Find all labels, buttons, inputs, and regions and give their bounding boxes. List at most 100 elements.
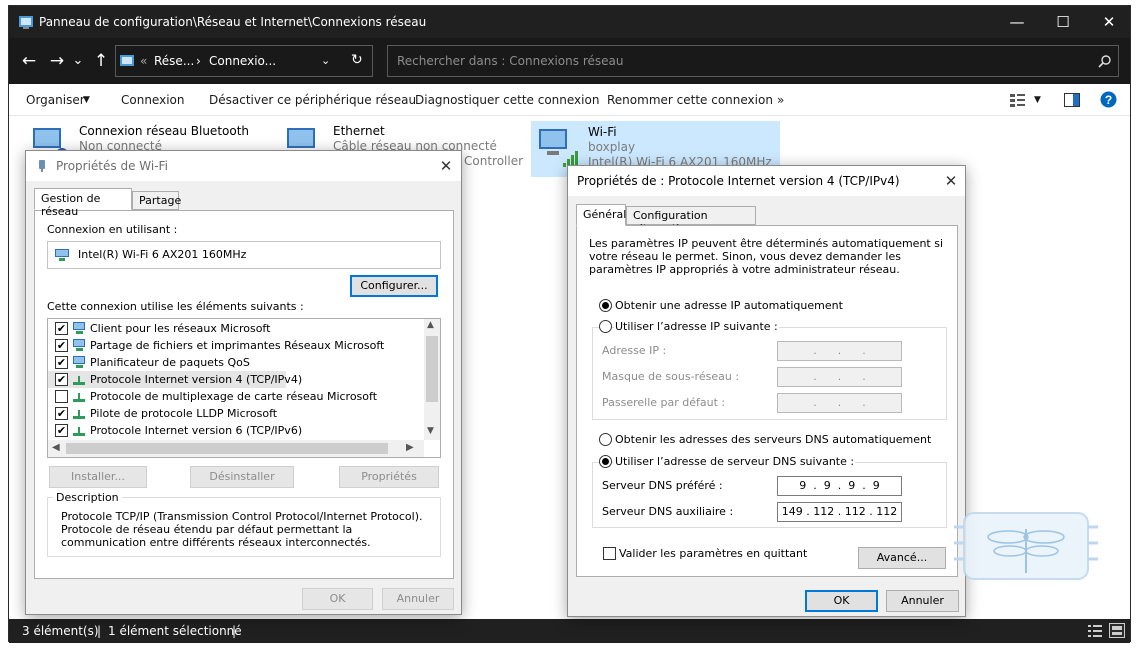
description-label: Description — [53, 491, 122, 504]
close-dialog-button[interactable]: ✕ — [435, 155, 457, 177]
manual-ip-label[interactable]: Utiliser l’adresse IP suivante : — [614, 320, 779, 333]
tab-network[interactable]: Gestion de réseau — [34, 188, 132, 218]
auto-ip-label[interactable]: Obtenir une adresse IP automatiquement — [615, 299, 843, 312]
client-network-icon — [73, 322, 85, 334]
up-arrow-icon[interactable]: ↑ — [89, 49, 113, 73]
connection-name: Connexion réseau Bluetooth — [79, 124, 250, 138]
list-item[interactable]: Protocole de multiplexage de carte résea… — [48, 388, 424, 405]
properties-button[interactable]: Propriétés — [339, 466, 439, 488]
auto-ip-radio[interactable] — [599, 299, 612, 312]
list-item[interactable]: ✔ Planificateur de paquets QoS — [48, 354, 424, 371]
preview-pane-icon[interactable] — [1064, 93, 1080, 107]
component-label: Planificateur de paquets QoS — [90, 356, 250, 369]
cancel-button[interactable]: Annuler — [886, 590, 959, 612]
horizontal-scrollbar[interactable]: ◀ ▶ — [48, 440, 424, 457]
connect-command[interactable]: Connexion — [121, 93, 185, 107]
view-options-icon[interactable] — [1010, 93, 1026, 107]
help-icon[interactable]: ? — [1100, 91, 1117, 108]
ip-address-field[interactable]: . . . — [777, 341, 902, 361]
diagnose-command[interactable]: Diagnostiquer cette connexion — [415, 93, 599, 107]
manual-dns-label[interactable]: Utiliser l’adresse de serveur DNS suivan… — [614, 455, 856, 468]
list-item-selected[interactable]: ✔ Protocole Internet version 4 (TCP/IPv4… — [48, 371, 302, 388]
ok-button[interactable]: OK — [805, 590, 878, 612]
disable-device-command[interactable]: Désactiver ce périphérique réseau — [209, 93, 416, 107]
component-checkbox[interactable]: ✔ — [55, 373, 68, 386]
auto-dns-label[interactable]: Obtenir les adresses des serveurs DNS au… — [615, 433, 931, 446]
alternate-dns-field[interactable]: 149 . 112 . 112 . 112 — [777, 502, 902, 522]
recent-chevron-icon[interactable]: ⌄ — [71, 49, 85, 73]
qos-scheduler-icon — [73, 356, 85, 368]
component-checkbox[interactable]: ✔ — [55, 339, 68, 352]
item-count: 3 élément(s) — [22, 624, 99, 638]
forward-arrow-icon[interactable]: → — [45, 49, 69, 73]
tab-alternate-config[interactable]: Configuration alternative — [626, 206, 756, 235]
subnet-mask-field[interactable]: . . . — [777, 367, 902, 387]
breadcrumb-separator: › — [196, 54, 201, 68]
tab-general[interactable]: Général — [576, 204, 626, 226]
address-bar[interactable]: « Rése... › Connexio... ⌄ ↻ — [115, 45, 373, 77]
configure-button[interactable]: Configurer... — [350, 275, 438, 297]
install-button[interactable]: Installer... — [49, 466, 147, 488]
description-text: Protocole TCP/IP (Transmission Control P… — [61, 510, 423, 549]
list-item[interactable]: ✔ Client pour les réseaux Microsoft — [48, 320, 424, 337]
list-item[interactable]: ✔ Protocole Internet version 6 (TCP/IPv6… — [48, 422, 424, 439]
manual-dns-radio[interactable] — [599, 455, 612, 468]
status-separator: | — [97, 624, 102, 638]
tab-sharing[interactable]: Partage — [132, 191, 181, 210]
dialog-title: Propriétés de Wi-Fi — [56, 159, 168, 173]
close-dialog-button[interactable]: ✕ — [940, 170, 962, 192]
breadcrumb-connections[interactable]: Connexio... — [209, 54, 276, 68]
organize-menu[interactable]: Organiser — [26, 93, 85, 107]
gateway-label: Passerelle par défaut : — [602, 396, 726, 409]
uninstall-button[interactable]: Désinstaller — [190, 466, 294, 488]
dragonfly-watermark-logo — [954, 512, 1098, 580]
component-checkbox[interactable]: ✔ — [55, 356, 68, 369]
organize-chevron-icon[interactable]: ▼ — [83, 95, 90, 105]
component-checkbox[interactable]: ✔ — [55, 424, 68, 437]
control-panel-icon — [120, 55, 134, 66]
view-chevron-icon[interactable]: ▼ — [1034, 95, 1041, 105]
maximize-button[interactable]: ☐ — [1040, 6, 1086, 38]
rename-command[interactable]: Renommer cette connexion — [607, 93, 773, 107]
component-checkbox[interactable]: ✔ — [55, 322, 68, 335]
component-label: Protocole Internet version 4 (TCP/IPv4) — [90, 373, 303, 386]
list-item[interactable]: ✔ Pilote de protocole LLDP Microsoft — [48, 405, 424, 422]
gateway-field[interactable]: . . . — [777, 393, 902, 413]
protocol-icon — [73, 393, 85, 402]
close-window-button[interactable]: ✕ — [1086, 6, 1132, 38]
search-box[interactable]: Rechercher dans : Connexions réseau — [387, 45, 1119, 77]
component-checkbox[interactable] — [55, 390, 68, 403]
scroll-left-icon[interactable]: ◀ — [52, 442, 60, 453]
search-icon[interactable] — [1098, 55, 1111, 68]
scroll-down-icon[interactable]: ▼ — [427, 426, 434, 436]
vertical-scrollbar[interactable]: ▲ ▼ — [424, 319, 440, 440]
breadcrumb-network[interactable]: Rése... — [154, 54, 194, 68]
validate-label[interactable]: Valider les paramètres en quittant — [619, 547, 807, 560]
cancel-button[interactable]: Annuler — [382, 588, 454, 610]
scroll-thumb[interactable] — [66, 443, 388, 454]
minimize-button[interactable]: — — [994, 6, 1040, 38]
component-label: Partage de fichiers et imprimantes Résea… — [90, 339, 385, 352]
list-item[interactable]: ✔ Partage de fichiers et imprimantes Rés… — [48, 337, 424, 354]
preferred-dns-field[interactable]: 9 . 9 . 9 . 9 — [777, 476, 902, 496]
scroll-right-icon[interactable]: ▶ — [406, 442, 414, 453]
more-commands[interactable]: » — [777, 93, 784, 107]
advanced-button[interactable]: Avancé... — [858, 547, 946, 569]
refresh-icon[interactable]: ↻ — [351, 52, 363, 68]
scroll-up-icon[interactable]: ▲ — [427, 320, 434, 330]
ok-button[interactable]: OK — [302, 588, 373, 610]
address-dropdown-icon[interactable]: ⌄ — [321, 54, 330, 67]
validate-checkbox[interactable] — [603, 547, 616, 560]
back-arrow-icon[interactable]: ← — [17, 49, 41, 73]
auto-dns-radio[interactable] — [599, 433, 612, 446]
items-label: Cette connexion utilise les éléments sui… — [47, 300, 304, 313]
large-icons-view-icon[interactable] — [1109, 623, 1125, 638]
connection-name: Wi-Fi — [588, 125, 617, 139]
manual-ip-radio[interactable] — [599, 320, 612, 333]
scroll-thumb[interactable] — [426, 336, 438, 402]
details-view-icon[interactable] — [1088, 624, 1102, 638]
ip-address-label: Adresse IP : — [602, 344, 667, 357]
window-title: Panneau de configuration\Réseau et Inter… — [39, 15, 427, 29]
breadcrumb-overflow[interactable]: « — [140, 54, 147, 68]
component-checkbox[interactable]: ✔ — [55, 407, 68, 420]
